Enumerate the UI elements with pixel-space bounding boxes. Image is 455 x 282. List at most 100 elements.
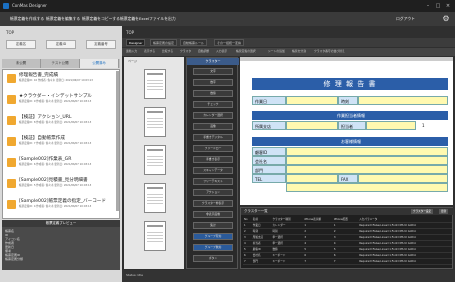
list-item[interactable]: [Sample002]帳票定義の指定_バーコード 帳票定義ID: 4 作成者: … xyxy=(5,197,117,214)
menu-create[interactable]: 帳票定義を作成する xyxy=(10,16,44,22)
preview-panel: 帳票名 ID アイコン名 作成者 更新日 備考 帳票定義ID 帳票定義分類 xyxy=(2,227,120,270)
cluster-settings-button[interactable]: クラスター設定 xyxy=(411,209,434,214)
tab-definition-settings[interactable]: 帳票定義の設定 xyxy=(150,39,178,46)
palette-button[interactable]: フリードロー xyxy=(193,145,233,152)
minimize-icon[interactable]: – xyxy=(424,2,432,10)
page-thumbnail[interactable] xyxy=(144,221,166,251)
value-cell[interactable] xyxy=(286,174,338,183)
sort-number-button[interactable]: 定義番号 xyxy=(86,40,116,49)
page-thumbnail[interactable] xyxy=(144,69,166,99)
list-item[interactable]: [Sample002]作業表_GR 帳票定義ID: 6 作成者: 佐々木 更新日… xyxy=(5,155,117,172)
sort-name-button[interactable]: 定義名 xyxy=(6,40,36,49)
page-thumbnail[interactable] xyxy=(144,145,166,175)
tool-item[interactable]: 入力表示 xyxy=(216,49,227,53)
value-cell[interactable] xyxy=(286,183,448,192)
maximize-icon[interactable]: □ xyxy=(434,2,442,10)
tool-item[interactable]: クラスタ番号の並び替え xyxy=(314,49,345,53)
palette-button[interactable]: 集計 xyxy=(193,222,233,229)
value-cell[interactable] xyxy=(286,96,338,105)
form-icon xyxy=(7,179,16,188)
label-cell: 所属支店 xyxy=(252,121,286,130)
value-cell[interactable] xyxy=(358,174,448,183)
value-cell[interactable] xyxy=(366,121,416,130)
tab-published[interactable]: 公開済み xyxy=(80,59,119,68)
tool-item[interactable]: 表示する xyxy=(144,49,155,53)
value-cell[interactable] xyxy=(286,147,448,156)
menu-edit[interactable]: 帳票定義を編集する xyxy=(46,16,80,22)
list-item[interactable]: 【検証】自動帳票作成 帳票定義ID: 7 作成者: 佐々木 更新日: 2021/… xyxy=(5,134,117,151)
preview-header: 帳票定義プレビュー xyxy=(2,220,120,227)
tab-designer[interactable]: Designer xyxy=(126,39,146,46)
value-cell[interactable] xyxy=(286,156,448,165)
palette-button[interactable]: アクション xyxy=(193,189,233,196)
palette-button[interactable]: 数字 xyxy=(193,79,233,86)
form-icon xyxy=(7,200,16,209)
refresh-button[interactable]: 更新 xyxy=(439,209,449,214)
palette-button[interactable]: ボタン xyxy=(193,255,233,262)
definition-list: 修理報告書_完成績 帳票定義ID: 10 作成者: 佐々木 更新日: 2021/… xyxy=(2,69,120,219)
label-cell: 担当者 xyxy=(338,121,366,130)
menu-bar: 帳票定義を作成する 帳票定義を編集する 帳票定義をコピーする 帳票定義をExce… xyxy=(0,12,455,26)
palette-button[interactable]: 手書き表示 xyxy=(193,156,233,163)
tool-item[interactable]: シートの追加 xyxy=(268,49,285,53)
palette-button[interactable]: カレンダー選択 xyxy=(193,112,233,119)
palette-button[interactable]: 手書きデジタル xyxy=(193,134,233,141)
label-cell: FAX xyxy=(338,174,358,183)
palette-button[interactable]: グループ有効 xyxy=(193,233,233,240)
label-cell: 顧客ID xyxy=(252,147,286,156)
palette-button[interactable]: 数値 xyxy=(193,90,233,97)
ruler xyxy=(240,57,453,61)
list-item[interactable]: 修理報告書_完成績 帳票定義ID: 10 作成者: 佐々木 更新日: 2021/… xyxy=(5,71,117,88)
title-bar: ConMas Designer – □ × xyxy=(0,0,455,12)
form-icon xyxy=(7,158,16,167)
designer-toolbar: 連動入力 表示する 比較する クラスタ 自動調整 入力表示 帳票定義の選択 シー… xyxy=(122,48,455,56)
tab-test-published[interactable]: テスト公開 xyxy=(41,59,80,68)
status-text: Status: Idle xyxy=(126,273,143,277)
page-thumbnail[interactable] xyxy=(144,183,166,213)
app-title: ConMas Designer xyxy=(12,3,47,8)
palette-button[interactable]: 非表示画像 xyxy=(193,211,233,218)
main-top-label: TOP xyxy=(126,30,135,35)
tool-item[interactable]: 帳票を分割 xyxy=(292,49,306,53)
palette-button[interactable]: フリーテキスト xyxy=(193,178,233,185)
gear-icon[interactable]: ⚙ xyxy=(441,14,451,24)
sort-id-button[interactable]: 定義ID xyxy=(46,40,76,49)
value-cell[interactable] xyxy=(358,96,448,105)
palette-button[interactable]: 文字 xyxy=(193,68,233,75)
tab-auto-rule[interactable]: 自動帳票ルール xyxy=(180,39,208,46)
palette-button[interactable]: 画像 xyxy=(193,123,233,130)
menu-logout[interactable]: ログアウト xyxy=(396,16,415,22)
tab-unpublished[interactable]: 未公開 xyxy=(2,59,41,68)
cluster-palette: クラスター 文字 数字 数値 チェック カレンダー選択 画像 手書きデジタル フ… xyxy=(186,57,239,269)
label-cell: 時刻 xyxy=(338,96,358,105)
tool-item[interactable]: 比較する xyxy=(162,49,173,53)
palette-button[interactable]: チェック xyxy=(193,101,233,108)
close-icon[interactable]: × xyxy=(444,2,452,10)
tool-item[interactable]: 帳票定義の選択 xyxy=(236,49,256,53)
value-cell[interactable] xyxy=(286,165,448,174)
cluster-list-panel: クラスター一覧 クラスター設定 更新 No 名前 クラスター種別 iPhone表… xyxy=(240,207,454,269)
list-item[interactable]: ★クラウダー・インデットサンプル 帳票定義ID: 9 作成者: 佐々木 更新日:… xyxy=(5,92,117,109)
list-item[interactable]: 【検証】アクション_URL 帳票定義ID: 8 作成者: 佐々木 更新日: 20… xyxy=(5,113,117,130)
form-icon xyxy=(7,116,16,125)
tool-item[interactable]: 連動入力 xyxy=(126,49,137,53)
form-icon xyxy=(7,74,16,83)
menu-export[interactable]: 帳票定義をExcelファイルを出力 xyxy=(120,16,176,22)
tab-bulk-convert[interactable]: その一括統一変換 xyxy=(214,39,245,46)
label-cell: 作業日 xyxy=(252,96,286,105)
menu-copy[interactable]: 帳票定義をコピーする xyxy=(82,16,120,22)
list-scrollbar[interactable] xyxy=(116,71,119,211)
sheet-title: 修 理 報 告 書 xyxy=(252,78,448,90)
palette-button[interactable]: グループ無効 xyxy=(193,244,233,251)
palette-button[interactable]: クラスター非表示 xyxy=(193,200,233,207)
section-header: お客様情報 xyxy=(252,137,448,146)
table-row[interactable]: 7 部門 キーボード 7 7 Required=False;Lines=1;Font=MS… xyxy=(243,258,452,265)
value-cell[interactable] xyxy=(286,121,338,130)
tool-item[interactable]: クラスタ xyxy=(180,49,191,53)
page-thumbnail[interactable] xyxy=(144,107,166,137)
tool-item[interactable]: 自動調整 xyxy=(198,49,209,53)
list-item[interactable]: [Sample002]見積書_見分明細書 帳票定義ID: 5 作成者: 佐々木 … xyxy=(5,176,117,193)
label-cell: 部門 xyxy=(252,165,286,174)
designer-tabs: Designer 帳票定義の設定 自動帳票ルール その一括統一変換 xyxy=(122,38,455,47)
palette-button[interactable]: スキャンデータ xyxy=(193,167,233,174)
